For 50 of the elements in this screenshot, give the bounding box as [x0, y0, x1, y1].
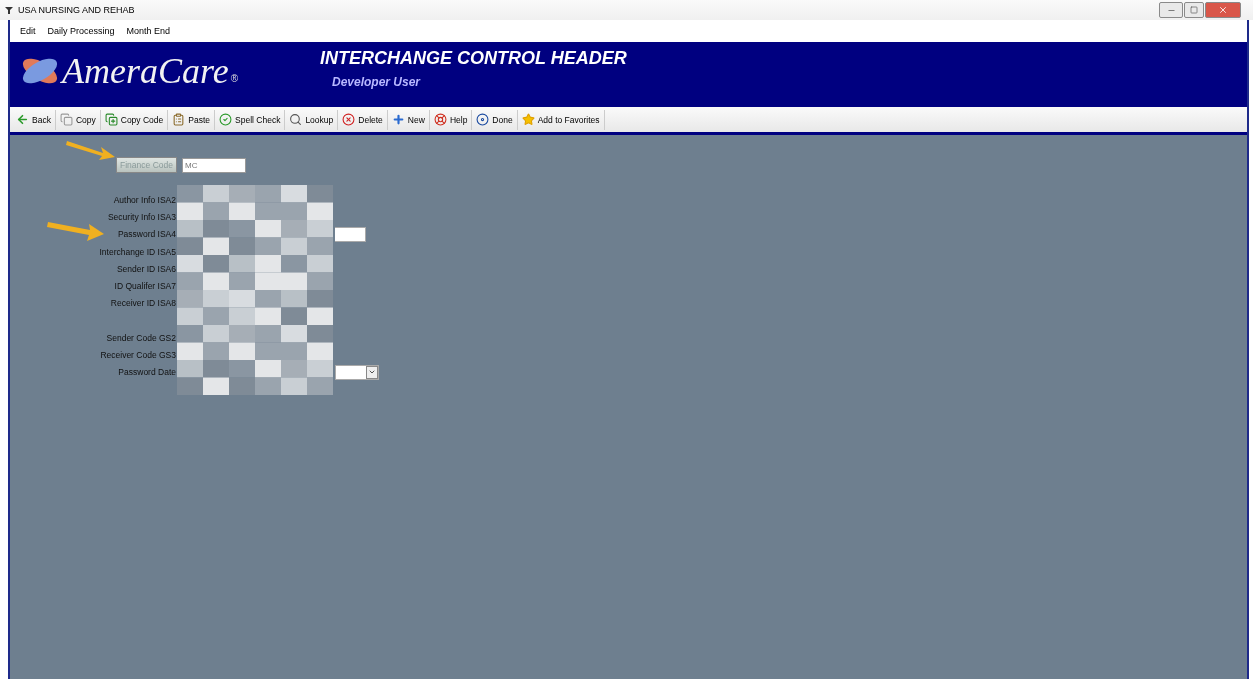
app-icon: [4, 5, 14, 15]
field-label: Password ISA4: [116, 229, 176, 240]
toolbar-button[interactable]: Done: [472, 109, 518, 130]
toolbar-button[interactable]: Lookup: [285, 109, 339, 130]
delete-icon: [342, 113, 356, 126]
window-title: USA NURSING AND REHAB: [18, 5, 136, 15]
toolbar-button[interactable]: New: [387, 109, 430, 130]
copy-code-icon: [104, 113, 118, 126]
disc-icon: [476, 113, 490, 126]
lifebuoy-icon: [433, 113, 447, 126]
menu-item[interactable]: Month End: [126, 26, 171, 36]
search-icon: [289, 113, 303, 126]
minimize-button[interactable]: [1159, 2, 1183, 18]
star-icon: [521, 113, 535, 126]
restore-button[interactable]: [1184, 2, 1204, 18]
user-name: Developer User: [332, 75, 422, 89]
field-label: Security Info ISA3: [106, 211, 176, 222]
close-button[interactable]: [1205, 2, 1241, 18]
copy-icon: [59, 113, 73, 126]
toolbar-button[interactable]: Back: [12, 109, 56, 130]
toolbar-button[interactable]: Add to Favorites: [517, 109, 605, 130]
date-dropdown[interactable]: [335, 364, 379, 380]
field-label: Receiver Code GS3: [99, 350, 176, 360]
menu-item[interactable]: Edit: [20, 26, 36, 36]
toolbar-button[interactable]: Spell Check: [215, 109, 286, 130]
clipboard-icon: [172, 113, 186, 126]
field-label: Author Info ISA2: [112, 194, 176, 205]
toolbar-button[interactable]: Copy Code: [100, 109, 169, 130]
plus-icon: [391, 113, 405, 126]
text-field[interactable]: [335, 226, 366, 242]
page-title: INTERCHANGE CONTROL HEADER: [320, 48, 627, 69]
toolbar-button[interactable]: Help: [429, 109, 473, 130]
field-label: Password Date: [117, 367, 176, 378]
registered-mark: ®: [230, 73, 238, 84]
field-label: Receiver ID ISA8: [109, 298, 176, 309]
toolbar-button[interactable]: Copy: [55, 109, 101, 130]
toolbar-button[interactable]: Paste: [168, 109, 216, 130]
toolbar-button[interactable]: Delete: [338, 109, 388, 130]
close-icon: [1218, 5, 1228, 15]
menu-item[interactable]: Daily Processing: [47, 26, 115, 36]
field-label: Sender ID ISA6: [115, 263, 176, 274]
finance-code-field[interactable]: MC: [182, 157, 246, 173]
restore-icon: [1190, 6, 1198, 14]
back-arrow-icon: [16, 113, 29, 126]
field-label: Interchange ID ISA5: [98, 246, 176, 257]
annotation-arrow-icon: [46, 220, 106, 242]
check-circle-icon: [219, 113, 233, 126]
logo-text: AmeraCare: [62, 50, 229, 92]
field-label: Sender Code GS2: [105, 332, 176, 343]
field-label: ID Qualifer ISA7: [113, 281, 176, 292]
